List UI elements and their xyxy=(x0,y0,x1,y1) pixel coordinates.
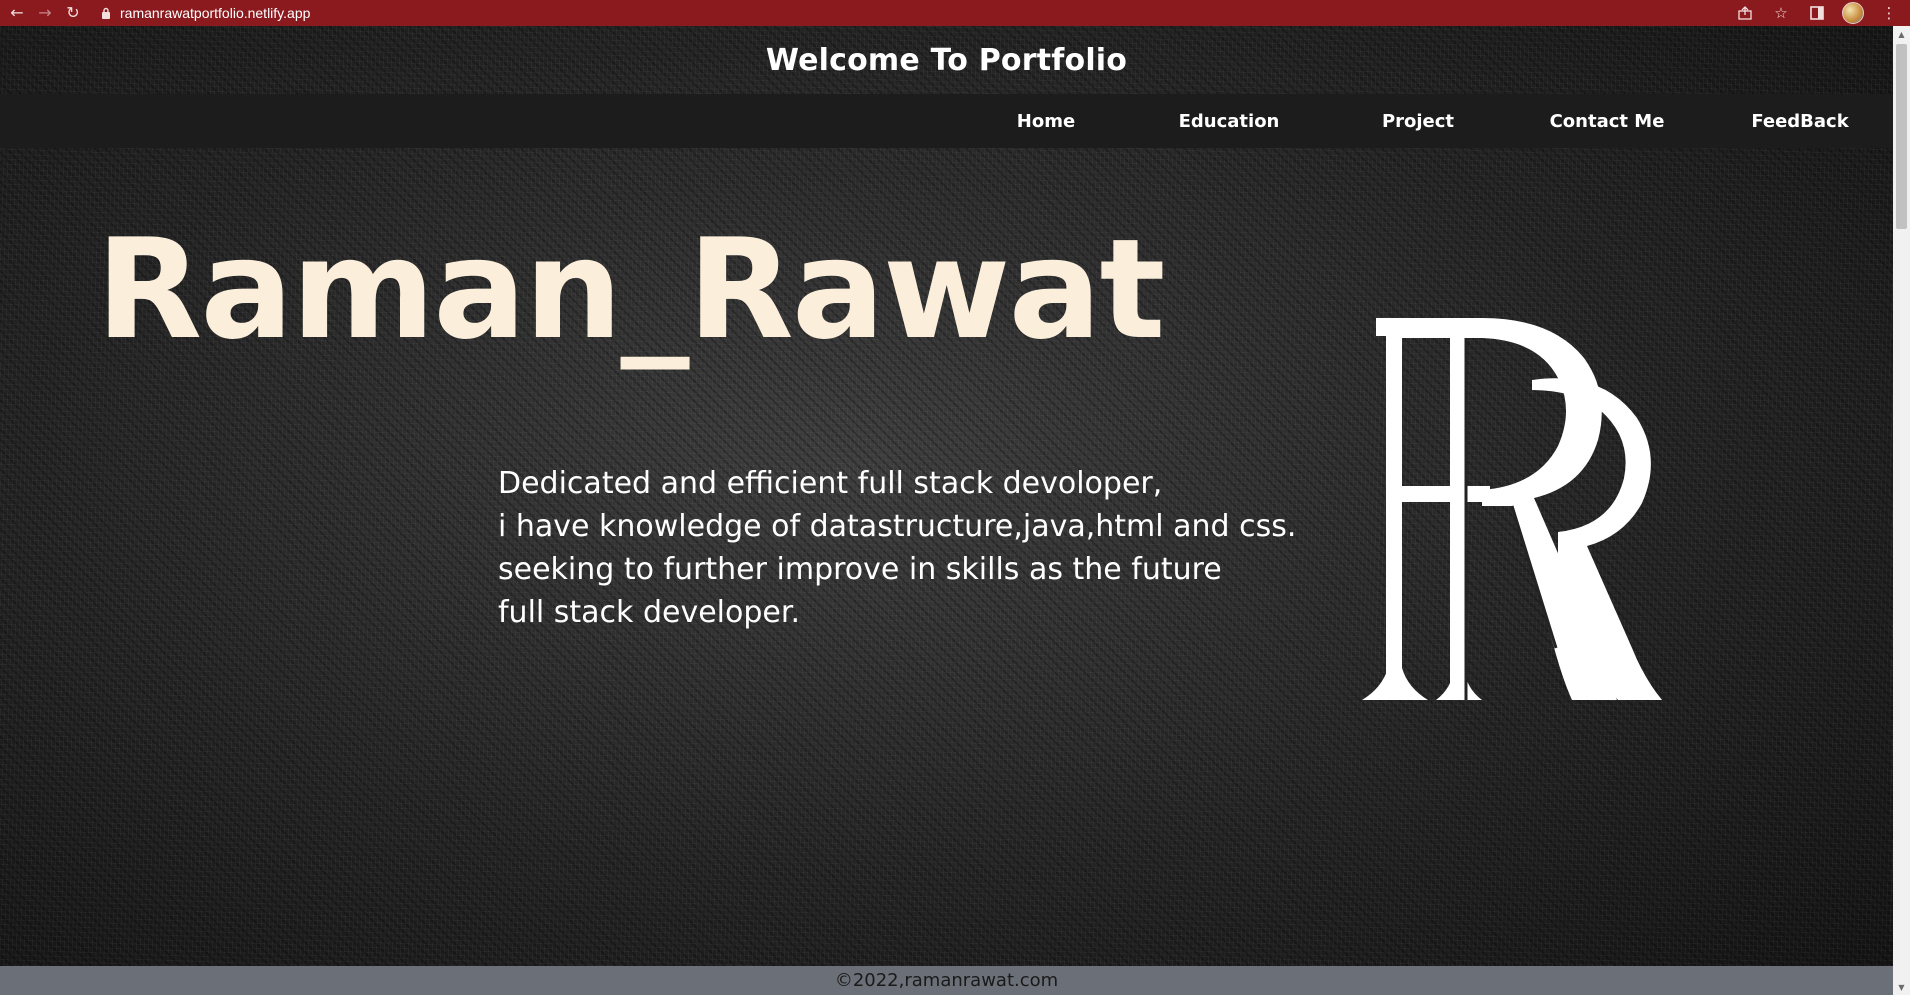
lock-icon[interactable] xyxy=(98,5,114,21)
browser-toolbar: ← → ↻ ramanrawatportfolio.netlify.app ☆ … xyxy=(0,0,1910,26)
scrollbar-thumb[interactable] xyxy=(1896,44,1907,229)
bookmark-star-icon[interactable]: ☆ xyxy=(1770,2,1792,24)
scroll-up-icon[interactable]: ▲ xyxy=(1893,26,1910,42)
nav-contact-me[interactable]: Contact Me xyxy=(1550,94,1665,148)
hero-description-line: full stack developer. xyxy=(498,595,800,630)
share-icon[interactable] xyxy=(1734,2,1756,24)
footer-copyright: ©2022,ramanrawat.com xyxy=(834,970,1059,991)
reload-icon[interactable]: ↻ xyxy=(62,2,84,24)
address-bar-url[interactable]: ramanrawatportfolio.netlify.app xyxy=(120,5,310,21)
nav-feedback[interactable]: FeedBack xyxy=(1745,94,1855,148)
site-footer: ©2022,ramanrawat.com xyxy=(0,966,1893,995)
rr-monogram-logo xyxy=(1362,318,1662,706)
forward-arrow-icon[interactable]: → xyxy=(34,2,56,24)
portfolio-page: Welcome To Portfolio Home Education Proj… xyxy=(0,26,1893,995)
back-arrow-icon[interactable]: ← xyxy=(6,2,28,24)
page-scrollbar[interactable]: ▲ ▼ xyxy=(1893,26,1910,995)
main-navigation: Home Education Project Contact Me FeedBa… xyxy=(0,94,1893,148)
more-menu-icon[interactable]: ⋮ xyxy=(1878,2,1900,24)
nav-education[interactable]: Education xyxy=(1168,94,1290,148)
browser-actions: ☆ ⋮ xyxy=(1734,2,1900,24)
nav-home[interactable]: Home xyxy=(990,94,1102,148)
site-title: Welcome To Portfolio xyxy=(765,42,1128,78)
site-header: Welcome To Portfolio xyxy=(0,26,1893,94)
hero-description-line: i have knowledge of datastructure,java,h… xyxy=(498,509,1297,544)
side-panel-icon[interactable] xyxy=(1806,2,1828,24)
hero-description: Dedicated and efficient full stack devol… xyxy=(498,462,1296,634)
scroll-down-icon[interactable]: ▼ xyxy=(1893,979,1910,995)
hero-name: Raman_Rawat xyxy=(96,209,1166,370)
hero-description-line: Dedicated and efficient full stack devol… xyxy=(498,466,1163,501)
hero-description-line: seeking to further improve in skills as … xyxy=(498,552,1222,587)
nav-project[interactable]: Project xyxy=(1370,94,1466,148)
profile-avatar[interactable] xyxy=(1842,2,1864,24)
